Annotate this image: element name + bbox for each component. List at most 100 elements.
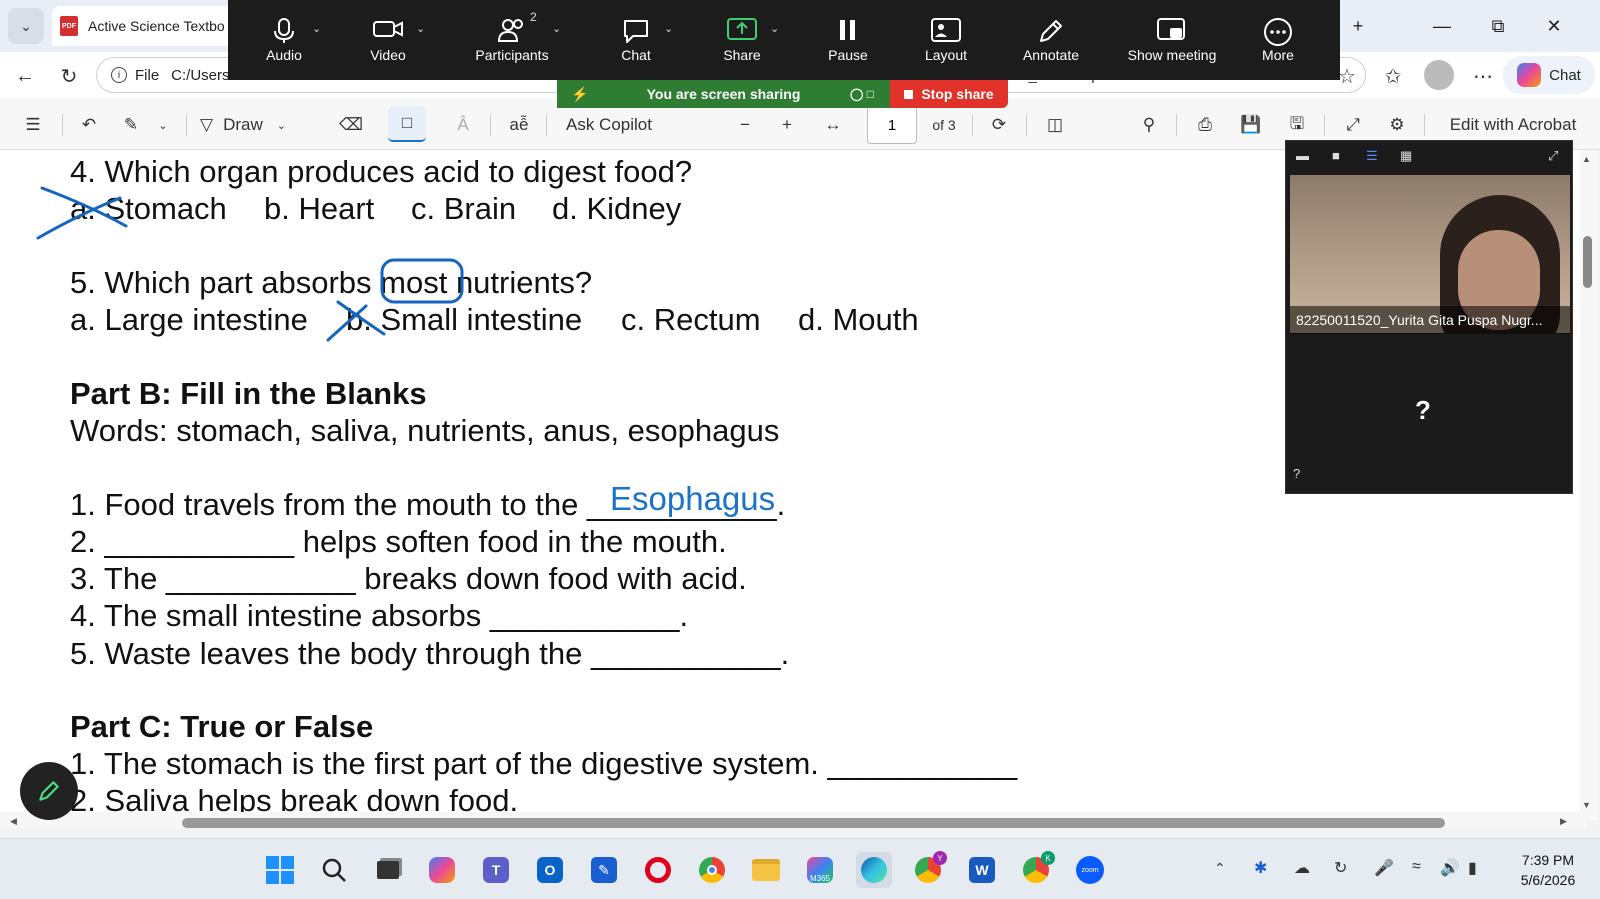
gallery-view-icon[interactable]: ▦ <box>1400 148 1412 168</box>
dropdown-caret-icon[interactable]: ⌄ <box>416 22 425 35</box>
expand-video-icon[interactable]: ⤢ <box>1548 148 1558 168</box>
search-icon[interactable]: ⚲ <box>1134 110 1164 140</box>
taskbar-m365-icon[interactable]: M365 <box>802 852 838 888</box>
part-b-word-bank: Words: stomach, saliva, nutrients, anus,… <box>70 413 780 448</box>
zoom-show-meeting-button[interactable]: Show meeting <box>1118 0 1226 80</box>
dropdown-caret-icon[interactable]: ⌄ <box>312 22 321 35</box>
taskbar-chrome-profile-y-icon[interactable]: Y <box>910 851 947 888</box>
favorites-icon[interactable]: ✩ <box>1376 60 1410 92</box>
sync-icon[interactable]: ↻ <box>1334 858 1347 878</box>
taskbar-opera-icon[interactable] <box>640 852 676 888</box>
video-camera-icon <box>372 17 404 47</box>
taskbar-task-view-icon[interactable] <box>370 852 406 888</box>
zoom-participants-button[interactable]: Participants <box>462 0 562 80</box>
microphone-tray-icon[interactable]: 🎤 <box>1374 858 1394 878</box>
minimize-icon[interactable]: — <box>1420 8 1464 44</box>
divider <box>972 114 973 136</box>
taskbar-chrome-profile-k-icon[interactable]: K <box>1018 851 1055 888</box>
scroll-up-arrow-icon[interactable]: ▲ <box>1582 154 1591 164</box>
taskbar-windows-start-icon[interactable] <box>262 852 298 888</box>
taskbar-notepad-icon[interactable]: ✎ <box>586 852 622 888</box>
taskbar-search-icon[interactable] <box>316 852 352 888</box>
tab-active-pdf[interactable]: PDF Active Science Textbo <box>52 6 242 46</box>
print-icon[interactable]: ⎙ <box>1190 110 1220 140</box>
vertical-scroll-thumb[interactable] <box>1583 236 1592 288</box>
taskbar-edge-icon[interactable] <box>856 852 892 888</box>
close-icon[interactable]: ✕ <box>1532 8 1576 44</box>
battery-icon[interactable]: ▮ <box>1468 858 1477 878</box>
undo-icon[interactable]: ↶ <box>74 110 104 140</box>
save-as-icon[interactable]: 🖫 <box>1282 110 1312 140</box>
more-icon <box>1263 17 1293 47</box>
text-box-icon[interactable]: □ <box>388 106 426 142</box>
fit-width-icon[interactable]: ↔ <box>816 110 850 140</box>
cloud-off-icon[interactable]: ☁ <box>1294 858 1310 878</box>
zoom-out-icon[interactable]: − <box>730 110 760 140</box>
scroll-down-arrow-icon[interactable]: ▼ <box>1582 800 1591 810</box>
taskbar-chrome-icon[interactable] <box>694 852 730 888</box>
show-hidden-icons-chevron-icon[interactable]: ⌃ <box>1214 860 1226 877</box>
stop-share-button[interactable]: Stop share <box>890 80 1008 108</box>
minimize-video-icon[interactable]: ▬ <box>1296 148 1309 168</box>
horizontal-scroll-thumb[interactable] <box>182 818 1445 828</box>
eraser-icon[interactable]: ⌫ <box>336 110 366 140</box>
more-dots-icon[interactable]: ⋯ <box>1466 60 1500 92</box>
blank-3: 3. The ___________ breaks down food with… <box>70 561 747 596</box>
taskbar-file-explorer-icon[interactable] <box>748 852 784 888</box>
zoom-video-button[interactable]: Video <box>358 0 418 80</box>
translate-icon[interactable]: aễ <box>504 110 534 140</box>
save-icon[interactable]: 💾 <box>1236 110 1266 140</box>
zoom-layout-button[interactable]: Layout <box>916 0 976 80</box>
system-clock[interactable]: 7:39 PM 5/6/2026 <box>1503 850 1593 890</box>
taskbar-word-icon[interactable]: W <box>964 852 1000 888</box>
participants-icon <box>497 17 527 47</box>
read-aloud-icon[interactable]: Â <box>448 110 478 140</box>
volume-icon[interactable]: 🔊 <box>1440 858 1460 878</box>
taskbar-teams-icon[interactable]: T <box>478 852 514 888</box>
highlight-icon[interactable]: ✎ <box>116 110 146 140</box>
dropdown-caret-icon[interactable]: ⌄ <box>552 22 561 35</box>
zoom-chat-button[interactable]: Chat <box>606 0 666 80</box>
fullscreen-icon[interactable]: ⤢ <box>1338 110 1368 140</box>
zoom-audio-button[interactable]: Audio <box>254 0 314 80</box>
zoom-share-button[interactable]: Share <box>712 0 772 80</box>
layout-icon <box>930 17 962 47</box>
edit-with-acrobat-button[interactable]: Edit with Acrobat <box>1436 110 1590 140</box>
new-tab-plus-icon[interactable]: + <box>1336 8 1380 44</box>
dropdown-caret-icon[interactable]: ⌄ <box>664 22 673 35</box>
scroll-left-arrow-icon[interactable]: ◀ <box>10 816 17 827</box>
scroll-right-arrow-icon[interactable]: ▶ <box>1560 816 1567 827</box>
draw-button[interactable]: ▽ Draw ⌄ <box>200 110 300 140</box>
settings-gear-icon[interactable]: ⚙ <box>1382 110 1412 140</box>
taskbar-copilot-icon[interactable] <box>424 852 460 888</box>
zoom-in-icon[interactable]: + <box>772 110 802 140</box>
refresh-icon[interactable]: ↻ <box>52 60 86 92</box>
taskbar-outlook-icon[interactable]: O <box>532 852 568 888</box>
profile-avatar[interactable] <box>1424 60 1454 90</box>
zoom-annotate-button[interactable]: Annotate <box>1016 0 1086 80</box>
dropdown-caret-icon[interactable]: ⌄ <box>770 22 779 35</box>
back-arrow-icon[interactable]: ← <box>8 60 42 92</box>
rotate-icon[interactable]: ⟳ <box>984 110 1014 140</box>
ask-copilot-button[interactable]: Ask Copilot <box>566 110 676 140</box>
hide-video-icon[interactable]: ■ <box>1332 148 1340 168</box>
zoom-pause-button[interactable]: Pause <box>818 0 878 80</box>
annotate-pen-button[interactable] <box>20 762 78 820</box>
table-of-contents-icon[interactable]: ☰ <box>18 110 48 140</box>
info-icon: i <box>111 67 127 83</box>
taskbar-zoom-icon[interactable]: zoom <box>1072 852 1108 888</box>
speaker-view-icon[interactable]: ☰ <box>1366 148 1378 168</box>
copilot-chat-button[interactable]: Chat <box>1503 56 1595 94</box>
bluetooth-icon[interactable]: ✱ <box>1254 858 1267 878</box>
highlight-chevron-icon[interactable]: ⌄ <box>150 110 176 140</box>
tab-list-chevron-icon[interactable]: ⌄ <box>8 8 44 44</box>
zoom-button-label: Share <box>723 47 761 63</box>
page-view-icon[interactable]: ◫ <box>1040 110 1070 140</box>
wifi-icon[interactable]: ≈ <box>1412 858 1421 876</box>
zoom-more-button[interactable]: More <box>1248 0 1308 80</box>
page-number-input[interactable]: 1 <box>867 106 917 144</box>
restore-icon[interactable]: ⧉ <box>1476 8 1520 44</box>
divider <box>1026 114 1027 136</box>
zoom-button-label: Annotate <box>1022 47 1080 63</box>
participant-count-badge: 2 <box>530 10 537 24</box>
